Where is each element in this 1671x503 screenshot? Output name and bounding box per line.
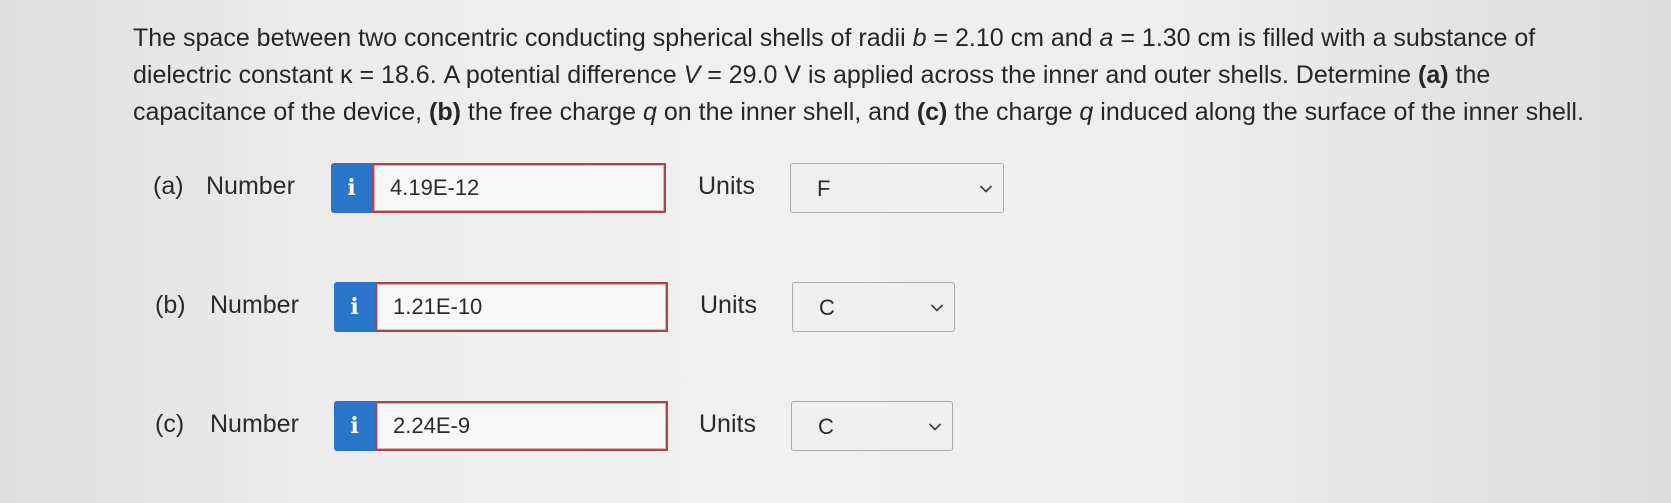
units-label: Units bbox=[700, 291, 757, 319]
units-select[interactable]: F bbox=[790, 163, 1004, 213]
part-a-tag: (a) bbox=[1418, 61, 1449, 89]
part-label: (b) bbox=[155, 291, 186, 319]
var-v: V bbox=[683, 61, 701, 89]
info-button[interactable]: i bbox=[331, 163, 372, 213]
number-label: Number bbox=[210, 291, 299, 319]
var-q: q bbox=[643, 98, 657, 126]
answer-input[interactable]: 4.19E-12 bbox=[372, 163, 666, 213]
part-label: (c) bbox=[155, 410, 185, 438]
chevron-down-icon bbox=[931, 304, 943, 312]
info-icon: i bbox=[347, 175, 356, 201]
answer-input[interactable]: 2.24E-9 bbox=[375, 401, 668, 451]
info-button[interactable]: i bbox=[334, 282, 375, 332]
number-label: Number bbox=[210, 410, 299, 438]
part-label: (a) bbox=[153, 172, 184, 200]
units-selected-value: F bbox=[817, 176, 831, 201]
answer-input[interactable]: 1.21E-10 bbox=[375, 282, 668, 332]
var-b: b bbox=[912, 24, 927, 52]
answer-row-a: (a) Number i 4.19E-12 Units F bbox=[0, 162, 1671, 214]
answer-row-b: (b) Number i 1.21E-10 Units C bbox=[0, 281, 1671, 333]
part-b-tag: (b) bbox=[429, 98, 461, 126]
chevron-down-icon bbox=[929, 423, 941, 431]
units-label: Units bbox=[698, 172, 755, 200]
chevron-down-icon bbox=[980, 185, 992, 193]
info-button[interactable]: i bbox=[334, 401, 375, 451]
units-select[interactable]: C bbox=[791, 401, 953, 451]
var-q: q bbox=[1079, 98, 1094, 126]
answer-row-c: (c) Number i 2.24E-9 Units C bbox=[0, 400, 1671, 452]
units-selected-value: C bbox=[819, 295, 835, 320]
units-label: Units bbox=[699, 410, 756, 438]
var-a: a bbox=[1099, 24, 1114, 52]
info-icon: i bbox=[350, 294, 359, 320]
units-select[interactable]: C bbox=[792, 282, 955, 332]
part-c-tag: (c) bbox=[916, 98, 948, 126]
question-text: The space between two concentric conduct… bbox=[133, 24, 1584, 126]
number-label: Number bbox=[206, 172, 295, 200]
info-icon: i bbox=[350, 413, 359, 439]
units-selected-value: C bbox=[818, 414, 834, 439]
